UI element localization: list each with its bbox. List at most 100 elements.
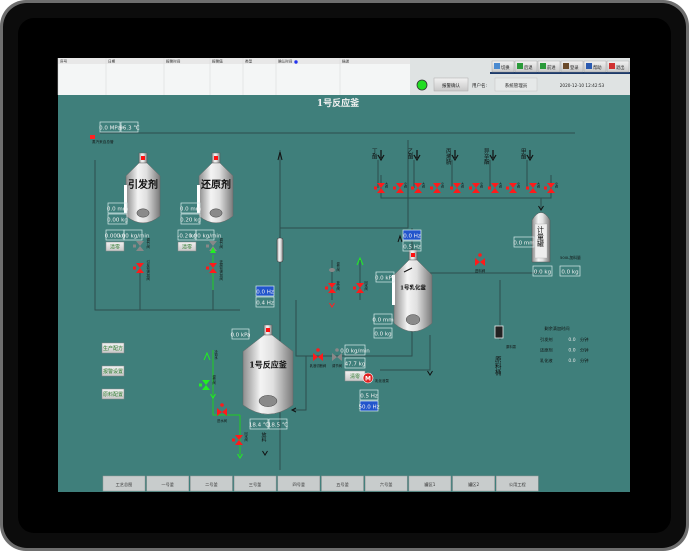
toolbar-button-help[interactable]: 帮助 xyxy=(583,60,607,73)
pump-reset-button-label: 清零 xyxy=(350,373,360,380)
alarm-column-header: 报警时间 xyxy=(166,59,181,64)
remaining-unit: 分钟 xyxy=(580,347,588,354)
nav-tab-label: 罐区2 xyxy=(468,481,479,488)
toolbar-button-label: 后退 xyxy=(524,64,533,71)
toolbar-button-label: 退出 xyxy=(616,64,625,71)
tablet-screen: 序号 日期 报警时间 报警值 类型 确认时间 描述 切换 后退 前进 登录 帮助 退出 报警确认 用户… xyxy=(0,0,689,551)
metering-level: 0.0 mm xyxy=(513,240,534,246)
dose-amount: 0.0 kg xyxy=(561,269,578,275)
emulsion-weight: 0.0 kg xyxy=(374,331,391,337)
reducer-valve1-label: 调节阀 xyxy=(218,237,222,249)
reducer-rate: 0.00 kg/min xyxy=(189,233,222,239)
nav-tab-label: 三号釜 xyxy=(249,481,262,488)
reactor-reg-label: 调节阀 xyxy=(335,261,339,272)
emulsion-level: 0.0 mm xyxy=(372,317,393,323)
monomer-label-1: 乙酯 xyxy=(407,148,414,161)
alarm-column-header: 报警值 xyxy=(212,59,223,64)
dose-label: 500L加料量 xyxy=(560,255,581,260)
emulsion-pressure: 0.0 kPa xyxy=(375,275,395,281)
alarm-confirm-label: 报警确认 xyxy=(442,82,460,89)
monomer-valve-label: 大阀 xyxy=(385,181,389,189)
reactor-freq: 0.4 Hz xyxy=(256,300,274,306)
pump-freq: 0.5 Hz xyxy=(360,393,378,399)
toolbar-button-label: 帮助 xyxy=(593,64,602,71)
feed-valve-label: 进料阀 xyxy=(475,268,486,273)
steam-temp: 96.3 ℃ xyxy=(119,124,139,131)
monomer-valve-label: 小阀 xyxy=(441,181,445,189)
nav-tab-label: 公用工程 xyxy=(509,481,527,488)
page-title: 1号反应釜 xyxy=(317,97,360,109)
emulsion-freq-set: 0.0 Hz xyxy=(403,233,421,239)
nav-tab-label: 一号釜 xyxy=(161,481,174,488)
monomer-valve-label: 大阀 xyxy=(499,181,503,189)
emulsion-freq: 0.5 Hz xyxy=(403,244,421,250)
monomer-valve-label: 小阀 xyxy=(404,181,408,189)
nav-tab-label: 二号釜 xyxy=(205,481,218,488)
inlet-valve-label: 进水阀 xyxy=(217,418,227,423)
toolbar-button-forward[interactable]: 前进 xyxy=(537,60,561,73)
left-button-1-label: 报警设置 xyxy=(103,368,123,375)
remaining-value: 0.0 xyxy=(568,358,575,364)
initiator-tank-label: 引发剂 xyxy=(128,178,158,191)
forward-icon xyxy=(540,63,546,69)
cooling-reg-label: 调节阀 xyxy=(211,374,215,385)
emulsion-pump[interactable]: M xyxy=(362,372,374,384)
remaining-name: 引发剂 xyxy=(540,336,553,343)
emulsion-tank-label: 1号乳化釜 xyxy=(400,283,426,291)
metering-tank-label: 计量罐 xyxy=(537,225,545,248)
drain-valve-label: 回水阀 xyxy=(243,432,247,442)
initiator-valve1-label: 调节阀 xyxy=(145,237,149,249)
alarm-table: 序号 日期 报警时间 报警值 类型 确认时间 描述 xyxy=(57,58,410,95)
reducer-valve2-label: 还原剂滴加阀 xyxy=(218,259,222,281)
alarm-column-header: 类型 xyxy=(245,59,253,64)
nav-tab-label: 四号釜 xyxy=(293,481,306,488)
toolbar-button-back[interactable]: 后退 xyxy=(514,60,538,73)
reducer-weight: 0.20 kg xyxy=(180,217,201,223)
reducer-level: 0.0 mm xyxy=(180,206,201,212)
vent-valve-label: 放空阀 xyxy=(335,280,339,291)
motor-icon: M xyxy=(365,376,371,383)
reactor-freq-set: 0.0 Hz xyxy=(256,289,274,295)
agitator-icon xyxy=(209,208,223,218)
left-button-0-label: 生产配方 xyxy=(103,345,123,352)
reactor-tank-label: 1号反应釜 xyxy=(249,359,288,369)
remaining-name: 乳化液 xyxy=(540,357,553,364)
monomer-valve-label: 小阀 xyxy=(480,181,484,189)
pump-reg-label: 调节阀 xyxy=(332,363,342,368)
remaining-unit: 分钟 xyxy=(580,357,588,364)
back-icon xyxy=(517,63,523,69)
cutoff-valve-label: 乳液切断阀 xyxy=(310,363,326,368)
toolbar-button-exit[interactable]: 退出 xyxy=(606,60,630,73)
discharge-label: 放料 xyxy=(261,431,267,443)
monomer-label-0: 丁酯 xyxy=(371,148,378,161)
raw-barrel-label: 原料桶 xyxy=(493,356,501,377)
reactor-temp2: 18.5 ℃ xyxy=(268,421,288,428)
steam-valve-icon[interactable] xyxy=(90,135,95,139)
datetime: 2020-12-10 12:42:53 xyxy=(560,83,605,88)
monomer-valve-label: 大阀 xyxy=(537,181,541,189)
switch-icon xyxy=(494,63,500,69)
remaining-value: 0.0 xyxy=(568,337,575,343)
agitator-icon xyxy=(405,314,421,325)
user-label: 用户名: xyxy=(472,82,487,89)
raw-material-pump[interactable] xyxy=(494,325,504,339)
remaining-name: 还原剂 xyxy=(540,347,553,354)
toolbar-button-label: 前进 xyxy=(547,64,556,71)
alarm-column-header: 描述 xyxy=(342,59,350,64)
sight-glass xyxy=(276,237,284,263)
toolbar-button-label: 切换 xyxy=(501,64,510,71)
toolbar-button-user[interactable]: 登录 xyxy=(560,60,584,73)
remaining-unit: 分钟 xyxy=(580,336,588,343)
monomer-label-4: 甲酯 xyxy=(520,148,527,161)
nav-tab-label: 五号釜 xyxy=(336,481,349,488)
pump-weight: 47.7 kg xyxy=(345,361,366,367)
reactor-temp1: 18.4 ℃ xyxy=(249,421,269,428)
agitator-icon xyxy=(136,208,150,218)
raw-pump-label: 原料泵 xyxy=(506,344,517,349)
remaining-title: 剩余滴加时间 xyxy=(544,325,569,332)
monomer-valve-label: 大阀 xyxy=(422,181,426,189)
reducer-tank-label: 还原剂 xyxy=(200,178,231,191)
help-icon xyxy=(586,63,592,69)
nav-tab-label: 工艺总图 xyxy=(116,481,133,488)
toolbar-button-switch[interactable]: 切换 xyxy=(491,60,515,73)
